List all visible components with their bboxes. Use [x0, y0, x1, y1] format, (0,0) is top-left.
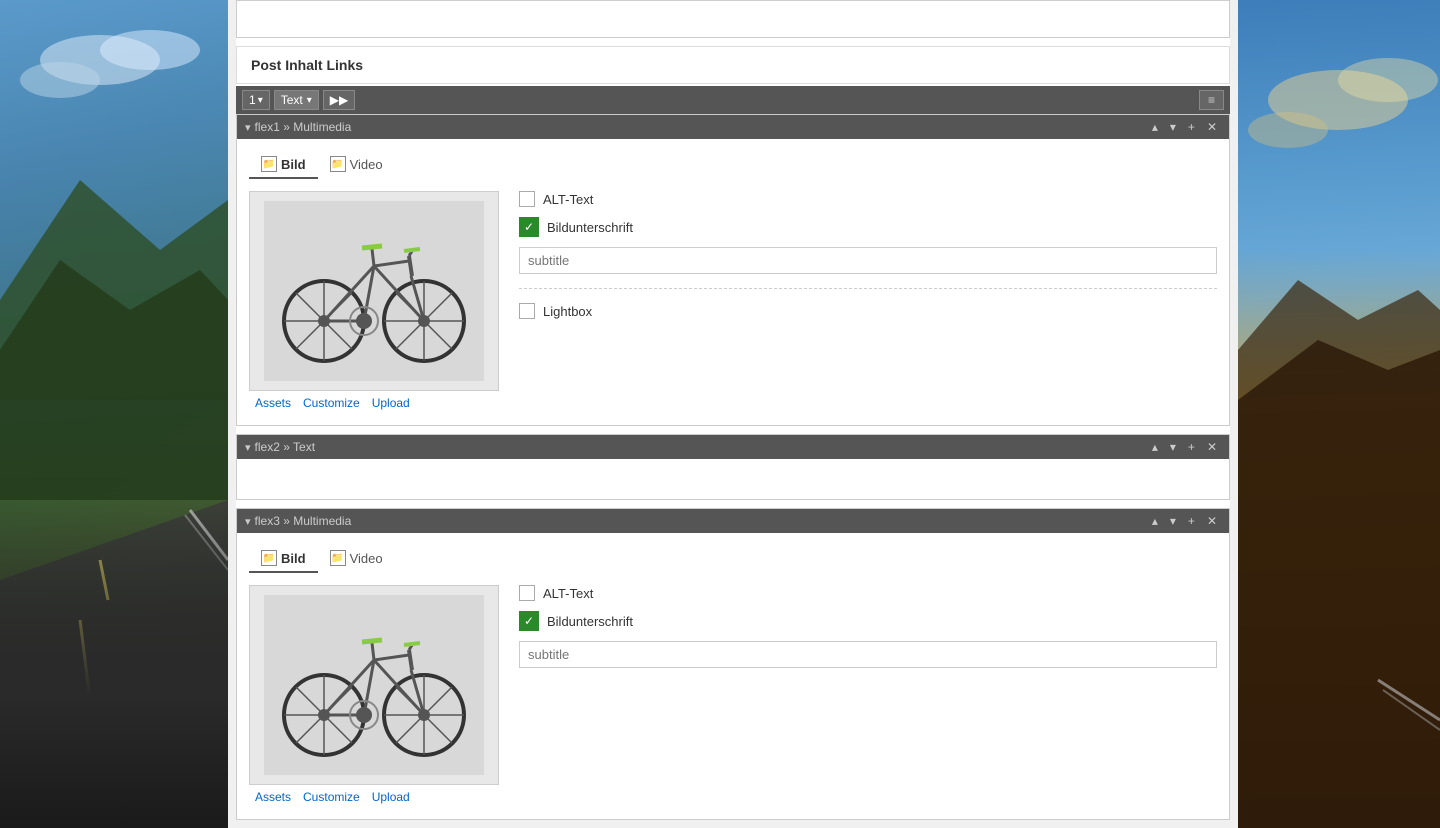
- flex1-lightbox-label: Lightbox: [543, 304, 592, 319]
- flex3-subtitle-input[interactable]: [519, 641, 1217, 668]
- toolbar-row: 1 ▾ Text ▾ ▶▶ ≡: [236, 86, 1230, 114]
- section-header: Post Inhalt Links: [236, 46, 1230, 84]
- flex2-up-button[interactable]: ▴: [1148, 439, 1162, 455]
- flex2-header: ▾ flex2 » Text ▴ ▾ + ✕: [237, 435, 1229, 459]
- flex1-add-button[interactable]: +: [1184, 119, 1199, 135]
- flex3-header: ▾ flex3 » Multimedia ▴ ▾ + ✕: [237, 509, 1229, 533]
- tab-bild-flex1[interactable]: 📁 Bild: [249, 151, 318, 179]
- flex2-title: flex2 » Text: [255, 440, 1144, 454]
- flex3-bildunterschrift-label: Bildunterschrift: [547, 614, 633, 629]
- flex3-body: 📁 Bild 📁 Video: [237, 533, 1229, 819]
- flex3-up-button[interactable]: ▴: [1148, 513, 1162, 529]
- flex1-separator: [519, 288, 1217, 289]
- bike-image-flex3: [264, 595, 484, 775]
- background-left: [0, 0, 228, 828]
- flex1-alt-text-checkbox[interactable]: [519, 191, 535, 207]
- tab-video-flex3[interactable]: 📁 Video: [318, 545, 395, 573]
- flex1-image-actions: Assets Customize Upload: [249, 393, 499, 413]
- flex1-up-button[interactable]: ▴: [1148, 119, 1162, 135]
- flex3-bildunterschrift-checkbox[interactable]: ✓: [519, 611, 539, 631]
- flex3-alt-text-row: ALT-Text: [519, 585, 1217, 601]
- flex1-alt-text-row: ALT-Text: [519, 191, 1217, 207]
- flex1-bildunterschrift-row: ✓ Bildunterschrift: [519, 217, 1217, 237]
- flex1-subtitle-input[interactable]: [519, 247, 1217, 274]
- flex3-separator: »: [283, 514, 293, 528]
- right-bg-svg: [1238, 0, 1440, 828]
- flex1-customize-button[interactable]: Customize: [297, 393, 366, 413]
- flex1-alt-text-label: ALT-Text: [543, 192, 593, 207]
- flex1-down-button[interactable]: ▾: [1166, 119, 1180, 135]
- flex2-block: ▾ flex2 » Text ▴ ▾ + ✕: [236, 434, 1230, 500]
- flex1-image-box: [249, 191, 499, 391]
- flex3-down-button[interactable]: ▾: [1166, 513, 1180, 529]
- section-title: Post Inhalt Links: [251, 57, 363, 73]
- flex3-alt-text-label: ALT-Text: [543, 586, 593, 601]
- flex1-indicator: ▾: [245, 121, 251, 134]
- flex2-separator: »: [283, 440, 293, 454]
- flex1-assets-button[interactable]: Assets: [249, 393, 297, 413]
- flex1-lightbox-checkbox[interactable]: [519, 303, 535, 319]
- main-content: Post Inhalt Links 1 ▾ Text ▾ ▶▶ ≡: [228, 0, 1238, 828]
- flex3-media-row: Assets Customize Upload ALT-Text: [249, 585, 1217, 807]
- toolbar-right: ≡: [1199, 90, 1224, 110]
- folder-icon-bild-flex1: 📁: [261, 156, 277, 172]
- flex1-body: 📁 Bild 📁 Video: [237, 139, 1229, 425]
- flex3-image-container: Assets Customize Upload: [249, 585, 499, 807]
- road-svg: [0, 0, 228, 828]
- flex1-separator: »: [283, 120, 293, 134]
- flex3-indicator: ▾: [245, 515, 251, 528]
- flex3-block: ▾ flex3 » Multimedia ▴ ▾ + ✕ 📁 Bild: [236, 508, 1230, 820]
- flex1-header: ▾ flex1 » Multimedia ▴ ▾ + ✕: [237, 115, 1229, 139]
- tab-video-flex1[interactable]: 📁 Video: [318, 151, 395, 179]
- flex1-upload-button[interactable]: Upload: [366, 393, 416, 413]
- flex1-image-container: Assets Customize Upload: [249, 191, 499, 413]
- flex1-bildunterschrift-label: Bildunterschrift: [547, 220, 633, 235]
- flex1-tab-row: 📁 Bild 📁 Video: [249, 151, 1217, 179]
- flex3-customize-button[interactable]: Customize: [297, 787, 366, 807]
- background-right: [1238, 0, 1440, 828]
- flex3-close-button[interactable]: ✕: [1203, 513, 1221, 529]
- top-box: [236, 0, 1230, 38]
- tab-bild-flex3[interactable]: 📁 Bild: [249, 545, 318, 573]
- flex2-add-button[interactable]: +: [1184, 439, 1199, 455]
- toolbar-forward-button[interactable]: ▶▶: [323, 90, 355, 110]
- flex1-media-row: Assets Customize Upload ALT-Text: [249, 191, 1217, 413]
- folder-icon-bild-flex3: 📁: [261, 550, 277, 566]
- flex1-close-button[interactable]: ✕: [1203, 119, 1221, 135]
- flex2-indicator: ▾: [245, 441, 251, 454]
- flex1-title: flex1 » Multimedia: [255, 120, 1144, 134]
- flex1-bildunterschrift-checkbox[interactable]: ✓: [519, 217, 539, 237]
- flex3-add-button[interactable]: +: [1184, 513, 1199, 529]
- folder-icon-video-flex1: 📁: [330, 156, 346, 172]
- toolbar-sort-button[interactable]: ≡: [1199, 90, 1224, 110]
- flex3-options-panel: ALT-Text ✓ Bildunterschrift: [519, 585, 1217, 807]
- toolbar-type-dropdown[interactable]: Text ▾: [274, 90, 319, 110]
- chevron-down-icon: ▾: [258, 95, 263, 106]
- flex1-lightbox-row: Lightbox: [519, 303, 1217, 319]
- flex3-tab-row: 📁 Bild 📁 Video: [249, 545, 1217, 573]
- toolbar-number-button[interactable]: 1 ▾: [242, 90, 270, 110]
- flex3-title: flex3 » Multimedia: [255, 514, 1144, 528]
- flex2-close-button[interactable]: ✕: [1203, 439, 1221, 455]
- flex1-block: ▾ flex1 » Multimedia ▴ ▾ + ✕ 📁 Bild: [236, 114, 1230, 426]
- chevron-down-icon: ▾: [307, 95, 312, 106]
- flex3-alt-text-checkbox[interactable]: [519, 585, 535, 601]
- flex3-upload-button[interactable]: Upload: [366, 787, 416, 807]
- flex2-down-button[interactable]: ▾: [1166, 439, 1180, 455]
- flex3-assets-button[interactable]: Assets: [249, 787, 297, 807]
- folder-icon-video-flex3: 📁: [330, 550, 346, 566]
- flex3-image-box: [249, 585, 499, 785]
- flex1-options-panel: ALT-Text ✓ Bildunterschrift: [519, 191, 1217, 413]
- flex3-bildunterschrift-row: ✓ Bildunterschrift: [519, 611, 1217, 631]
- flex2-body: [237, 459, 1229, 499]
- bike-image-flex1: [264, 201, 484, 381]
- flex3-image-actions: Assets Customize Upload: [249, 787, 499, 807]
